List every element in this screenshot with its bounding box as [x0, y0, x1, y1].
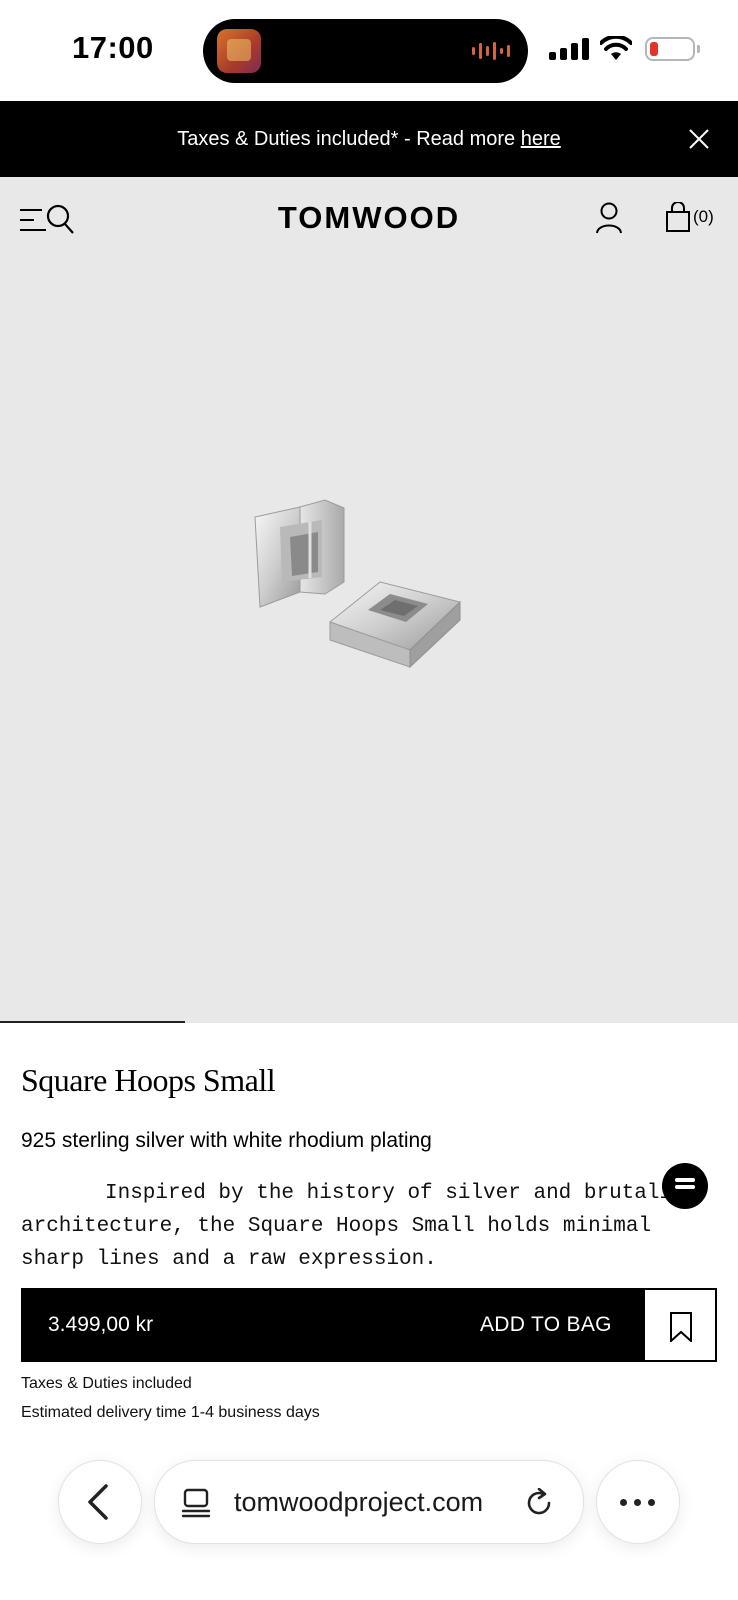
taxes-note: Taxes & Duties included [21, 1375, 192, 1392]
add-to-bag-label: ADD TO BAG [480, 1313, 612, 1336]
close-icon[interactable] [688, 128, 710, 150]
gallery-progress-bar [0, 1021, 185, 1023]
bookmark-icon [670, 1312, 692, 1342]
product-title: Square Hoops Small [21, 1062, 276, 1098]
add-to-bag-button[interactable]: 3.499,00 kr ADD TO BAG [21, 1288, 717, 1362]
product-gallery[interactable]: TOMWOOD (0) [0, 177, 738, 1023]
bag-count[interactable]: (0) [693, 207, 714, 227]
promo-banner: Taxes & Duties included* - Read more her… [0, 101, 738, 177]
url-text[interactable]: tomwoodproject.com [234, 1461, 483, 1543]
product-material: 925 sterling silver with white rhodium p… [21, 1129, 432, 1152]
battery-icon [645, 37, 700, 61]
bag-icon[interactable] [666, 202, 690, 232]
wifi-icon [600, 36, 632, 60]
audio-wave-icon [472, 42, 510, 60]
promo-text: Taxes & Duties included* - Read more her… [177, 128, 561, 150]
status-bar: 17:00 [0, 0, 738, 101]
address-bar[interactable]: tomwoodproject.com [154, 1460, 584, 1544]
product-price: 3.499,00 kr [48, 1313, 154, 1336]
product-description: Inspired by the history of silver and br… [21, 1182, 698, 1271]
now-playing-app-icon [217, 29, 261, 73]
chevron-left-icon [88, 1484, 108, 1520]
more-icon [620, 1499, 656, 1506]
status-time: 17:00 [72, 30, 154, 65]
site-header: TOMWOOD (0) [0, 177, 738, 257]
cellular-signal-icon [549, 38, 589, 60]
browser-toolbar: tomwoodproject.com [0, 1440, 738, 1600]
dynamic-island[interactable] [203, 19, 528, 83]
chat-icon[interactable] [662, 1163, 708, 1209]
promo-here-link[interactable]: here [521, 128, 561, 150]
product-image[interactable] [250, 482, 480, 672]
more-button[interactable] [596, 1460, 680, 1544]
tabs-icon[interactable] [181, 1488, 211, 1518]
back-button[interactable] [58, 1460, 142, 1544]
brand-logo[interactable]: TOMWOOD [0, 200, 738, 236]
reload-icon[interactable] [524, 1488, 554, 1518]
delivery-note: Estimated delivery time 1-4 business day… [21, 1404, 320, 1421]
wishlist-button[interactable] [643, 1288, 717, 1362]
gallery-progress-track [0, 1021, 738, 1023]
account-icon[interactable] [596, 202, 622, 234]
